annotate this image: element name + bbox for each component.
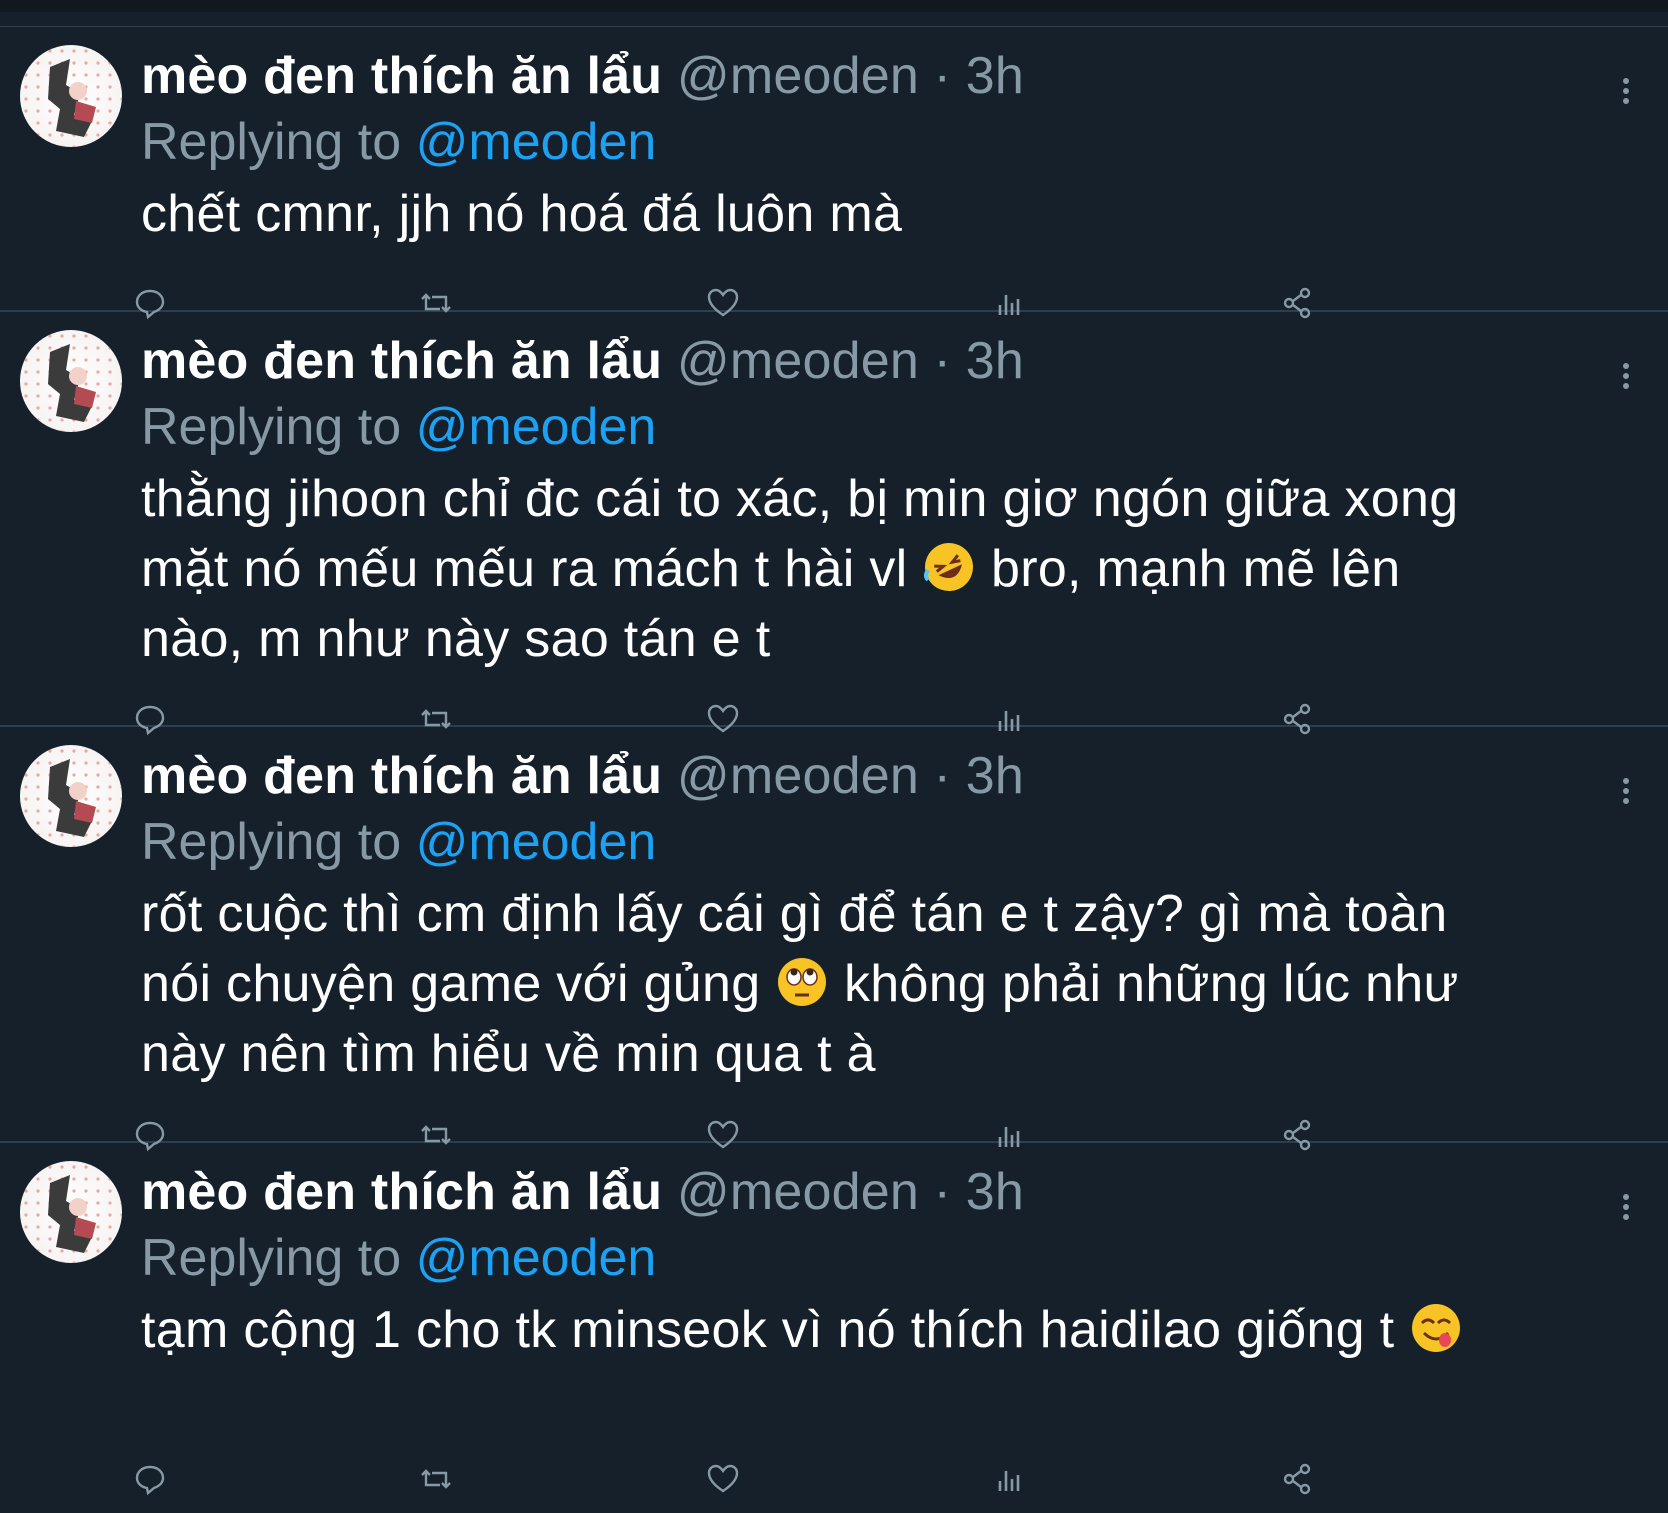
- user-handle[interactable]: @meoden: [677, 332, 919, 390]
- replying-to-label: Replying to: [141, 398, 402, 456]
- tweet-text-line: nào, m như này sao tán e t: [141, 610, 771, 668]
- tweet[interactable]: mèo đen thích ăn lẩu @meoden · 3h Replyi…: [0, 312, 1668, 736]
- like-icon[interactable]: [705, 1461, 741, 1497]
- timestamp[interactable]: 3h: [966, 332, 1024, 390]
- avatar[interactable]: [20, 330, 122, 432]
- action-bar: [135, 1461, 1391, 1501]
- display-name[interactable]: mèo đen thích ăn lẩu: [141, 332, 662, 390]
- tweet-text-line: bro, mạnh mẽ lên: [976, 540, 1401, 598]
- more-options-icon[interactable]: [1614, 1189, 1638, 1229]
- replying-to-label: Replying to: [141, 1229, 402, 1287]
- tweet-text: tạm cộng 1 cho tk minseok vì nó thích ha…: [141, 1295, 1608, 1365]
- face-with-rolling-eyes-emoji: [775, 955, 829, 1009]
- timestamp[interactable]: 3h: [966, 1163, 1024, 1221]
- replying-to-mention[interactable]: @meoden: [416, 113, 657, 171]
- user-handle[interactable]: @meoden: [677, 1163, 919, 1221]
- tweet-text-line: tạm cộng 1 cho tk minseok vì nó thích ha…: [141, 1301, 1410, 1359]
- tweet[interactable]: mèo đen thích ăn lẩu @meoden · 3h Replyi…: [0, 27, 1668, 320]
- avatar[interactable]: [20, 745, 122, 847]
- separator-dot: ·: [933, 1163, 952, 1221]
- top-divider: [0, 0, 1668, 27]
- replying-to-mention[interactable]: @meoden: [416, 1229, 657, 1287]
- replying-to-mention[interactable]: @meoden: [416, 813, 657, 871]
- avatar[interactable]: [20, 1161, 122, 1263]
- tweet-text-line: chết cmnr, jjh nó hoá đá luôn mà: [141, 185, 903, 243]
- separator-dot: ·: [933, 332, 952, 390]
- user-handle[interactable]: @meoden: [677, 47, 919, 105]
- tweet-text-line: mặt nó mếu mếu ra mách t hài vl: [141, 540, 923, 598]
- more-options-icon[interactable]: [1614, 73, 1638, 113]
- tweet-text-line: này nên tìm hiểu về min qua t à: [141, 1025, 876, 1083]
- tweet-text: thằng jihoon chỉ đc cái to xác, bị min g…: [141, 464, 1608, 674]
- tweet-text: chết cmnr, jjh nó hoá đá luôn mà: [141, 179, 1608, 249]
- timestamp[interactable]: 3h: [966, 747, 1024, 805]
- tweet[interactable]: mèo đen thích ăn lẩu @meoden · 3h Replyi…: [0, 727, 1668, 1152]
- replying-to-mention[interactable]: @meoden: [416, 398, 657, 456]
- tweet-text-line: thằng jihoon chỉ đc cái to xác, bị min g…: [141, 470, 1459, 528]
- timeline: mèo đen thích ăn lẩu @meoden · 3h Replyi…: [0, 0, 1668, 1513]
- tweet-text: rốt cuộc thì cm định lấy cái gì để tán e…: [141, 879, 1608, 1089]
- more-options-icon[interactable]: [1614, 358, 1638, 398]
- tweet-text-line: rốt cuộc thì cm định lấy cái gì để tán e…: [141, 885, 1448, 943]
- more-options-icon[interactable]: [1614, 773, 1638, 813]
- face-savoring-food-emoji: [1409, 1301, 1463, 1355]
- avatar[interactable]: [20, 45, 122, 147]
- display-name[interactable]: mèo đen thích ăn lẩu: [141, 1163, 662, 1221]
- display-name[interactable]: mèo đen thích ăn lẩu: [141, 747, 662, 805]
- separator-dot: ·: [933, 747, 952, 805]
- tweet-text-line: không phải những lúc như: [829, 955, 1459, 1013]
- replying-to-label: Replying to: [141, 813, 402, 871]
- rolling-on-floor-laughing-emoji: [922, 540, 976, 594]
- timestamp[interactable]: 3h: [966, 47, 1024, 105]
- tweet-text-line: nói chuyện game với gủng: [141, 955, 776, 1013]
- analytics-icon[interactable]: [992, 1461, 1028, 1497]
- share-icon[interactable]: [1279, 1461, 1315, 1497]
- retweet-icon[interactable]: [418, 1461, 454, 1497]
- display-name[interactable]: mèo đen thích ăn lẩu: [141, 47, 662, 105]
- reply-icon[interactable]: [132, 1461, 168, 1497]
- user-handle[interactable]: @meoden: [677, 747, 919, 805]
- tweet[interactable]: mèo đen thích ăn lẩu @meoden · 3h Replyi…: [0, 1143, 1668, 1513]
- replying-to-label: Replying to: [141, 113, 402, 171]
- separator-dot: ·: [933, 47, 952, 105]
